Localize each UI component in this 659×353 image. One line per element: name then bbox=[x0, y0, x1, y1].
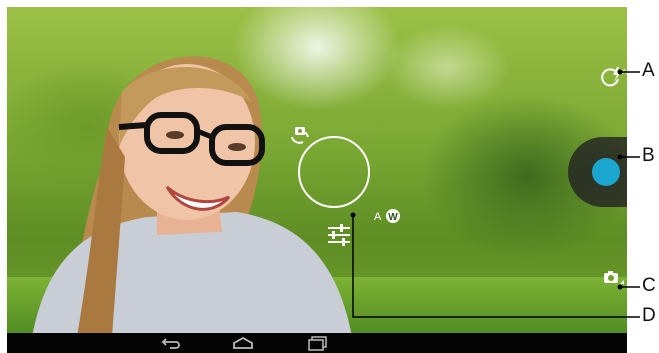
callout-dot-a bbox=[617, 69, 623, 75]
callout-line-d bbox=[352, 215, 640, 318]
callout-label-a: A bbox=[642, 60, 655, 81]
callout-label-d: D bbox=[642, 305, 656, 326]
callout-dot-c bbox=[617, 284, 623, 290]
callout-dot-b bbox=[617, 154, 623, 160]
callout-label-c: C bbox=[642, 275, 656, 296]
callout-label-b: B bbox=[642, 145, 655, 166]
callout-dot-d bbox=[350, 212, 356, 218]
callout-lines bbox=[350, 69, 640, 318]
